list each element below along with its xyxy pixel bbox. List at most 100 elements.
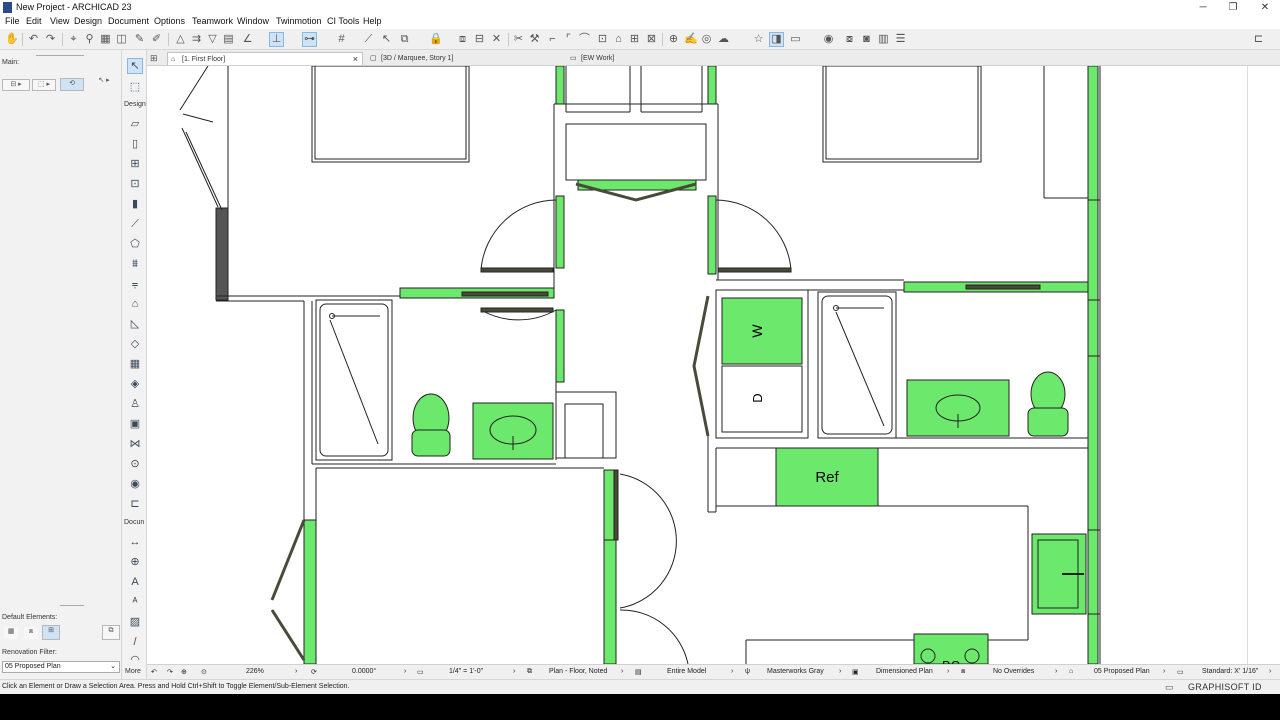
guide-lines-icon[interactable]: ⊥ <box>269 32 284 47</box>
renovation-filter-select[interactable]: 05 Proposed Plan ⌄ <box>2 661 120 673</box>
camera-tool-icon[interactable]: ◉ <box>128 477 142 491</box>
object-tool-icon[interactable]: ⊡ <box>128 177 142 191</box>
geometry-method-button[interactable]: ⬚ ▸ <box>32 79 56 91</box>
arrow-tool-button[interactable]: ↖ ▸ <box>92 76 116 88</box>
layout-icon[interactable]: ▦ <box>99 33 112 46</box>
favorites-icon[interactable]: ☆ <box>752 33 765 46</box>
fill-tool-icon[interactable]: ▨ <box>128 615 142 629</box>
layers-icon[interactable]: ⧈ <box>456 33 469 46</box>
zoom-value[interactable]: 226% <box>246 668 264 675</box>
layers-settings-icon[interactable]: ⧈ <box>24 627 38 639</box>
render-icon[interactable]: ⧇ <box>843 33 856 46</box>
railing-tool-icon[interactable]: ⩦ <box>128 277 142 291</box>
fillet-icon[interactable]: ⌜ <box>562 33 575 46</box>
floor-plan-drawing[interactable]: W D Ref BC <box>147 66 1247 664</box>
trace-icon[interactable]: ◫ <box>115 33 128 46</box>
close-window-button[interactable]: ✕ <box>1250 0 1280 15</box>
cursor-snap-icon[interactable]: ↖ <box>380 33 393 46</box>
split-icon[interactable]: ✂ <box>512 33 525 46</box>
building-materials-icon[interactable]: ▦ <box>4 627 18 639</box>
overrides-value[interactable]: No Overrides <box>993 668 1034 675</box>
hatch-icon[interactable]: ▤ <box>222 33 235 46</box>
slab-tool-icon[interactable]: ⬠ <box>128 237 142 251</box>
grid-snap-icon[interactable]: # <box>335 33 348 46</box>
lock-icon[interactable]: 🔒 <box>429 33 443 46</box>
nav-forward-icon[interactable]: ↷ <box>167 668 173 676</box>
arrows-icon[interactable]: ⇉ <box>190 33 203 46</box>
select-icon[interactable]: ◎ <box>700 33 713 46</box>
redo-icon[interactable]: ↷ <box>44 33 57 46</box>
resize-icon[interactable]: ⊡ <box>596 33 609 46</box>
shell-tool-icon[interactable]: ◺ <box>128 317 142 331</box>
pen-set-value[interactable]: Masterworks Gray <box>767 668 824 675</box>
menu-help[interactable]: Help <box>363 16 382 26</box>
roof-tool-icon[interactable]: ⌂ <box>128 297 142 311</box>
camera-icon[interactable]: ◙ <box>860 33 873 46</box>
marquee-tool-icon[interactable]: ⬚ <box>128 80 142 94</box>
zoom-fit-icon[interactable]: ⊙ <box>201 668 207 676</box>
panel-layout-icon[interactable]: ⊏ <box>1252 33 1265 46</box>
menu-design[interactable]: Design <box>74 16 102 26</box>
minimize-button[interactable]: ─ <box>1188 0 1218 15</box>
beam-tool-icon[interactable]: ⟋ <box>128 217 142 231</box>
restore-button[interactable]: ❐ <box>1218 0 1248 15</box>
line-tool-icon[interactable]: / <box>128 635 142 649</box>
arc-tool-icon[interactable]: ◠ <box>128 653 142 667</box>
eyedropper-icon[interactable]: ✐ <box>150 33 163 46</box>
text-tool-icon[interactable]: A <box>128 575 142 589</box>
menu-edit[interactable]: Edit <box>26 16 42 26</box>
selection-method-button[interactable]: ⊟ ▸ <box>2 79 30 91</box>
morph-tool-icon[interactable]: ◈ <box>128 377 142 391</box>
menu-teamwork[interactable]: Teamwork <box>192 16 233 26</box>
magic-wand-icon[interactable]: ⚲ <box>83 33 96 46</box>
cross-icon[interactable]: ✕ <box>490 33 503 46</box>
intersect-icon[interactable]: ⌐ <box>546 33 559 46</box>
info-view-icon[interactable]: ◨ <box>769 32 784 47</box>
house-icon[interactable]: ⌂ <box>612 33 625 46</box>
arrow-down-icon[interactable]: ▽ <box>206 33 219 46</box>
view-map-icon[interactable]: ▭ <box>789 33 802 46</box>
menu-view[interactable]: View <box>50 16 69 26</box>
column-tool-icon[interactable]: ▮ <box>128 197 142 211</box>
door-tool-icon[interactable]: ▯ <box>128 137 142 151</box>
window-tool-icon[interactable]: ⊞ <box>128 157 142 171</box>
stack-icon[interactable]: ☰ <box>894 33 907 46</box>
structural-display-value[interactable]: Entire Model <box>667 668 706 675</box>
globe-icon[interactable]: ◉ <box>822 33 835 46</box>
offset-icon[interactable]: ⌒ <box>578 33 591 46</box>
curtain-wall-tool-icon[interactable]: ▦ <box>128 357 142 371</box>
menu-window[interactable]: Window <box>237 16 269 26</box>
arrow-up-icon[interactable]: △ <box>174 33 187 46</box>
tab-ew-work[interactable]: ▭ [EW Work] <box>567 52 763 65</box>
edit-icon[interactable]: ⊠ <box>645 33 658 46</box>
settings-panel-icon[interactable]: ⧉ <box>102 625 120 640</box>
floor-plan-canvas[interactable]: W D Ref BC <box>147 66 1247 664</box>
adjust-icon[interactable]: ⚒ <box>528 33 541 46</box>
graphisoft-id-link[interactable]: GRAPHISOFT ID <box>1188 682 1262 692</box>
suspend-groups-icon[interactable]: ⧉ <box>398 33 411 46</box>
mesh-tool-icon[interactable]: ⋈ <box>128 437 142 451</box>
rotate-view-icon[interactable]: ⟳ <box>311 668 317 676</box>
wall-tool-icon[interactable]: ▱ <box>128 117 142 131</box>
tab-first-floor[interactable]: ⌂ [1. First Floor] × <box>167 52 363 65</box>
menu-file[interactable]: File <box>5 16 20 26</box>
trim-icon[interactable]: ⊟ <box>473 33 486 46</box>
renovation-value[interactable]: 05 Proposed Plan <box>1094 668 1150 675</box>
dimension-value[interactable]: Standard: X' 1/16" <box>1202 668 1258 675</box>
zoom-in-icon[interactable]: ⊕ <box>181 668 187 676</box>
model-view-value[interactable]: Dimensioned Plan <box>876 668 933 675</box>
brush-icon[interactable]: ✍ <box>684 33 698 46</box>
find-select-icon[interactable]: ⌖ <box>67 33 80 46</box>
rotate-method-button[interactable]: ⟲ <box>60 78 84 91</box>
snap-icon[interactable]: ⊶ <box>302 32 317 47</box>
label-text-tool-icon[interactable]: ᴬ <box>128 595 142 609</box>
tab-3d-marquee[interactable]: ▢ [3D / Marquee, Story 1] <box>367 52 563 65</box>
elevate-icon[interactable]: ⊕ <box>667 33 680 46</box>
scale-value[interactable]: 1/4" = 1'-0" <box>449 668 483 675</box>
layer-combo-value[interactable]: Plan - Floor, Noted <box>549 668 607 675</box>
graphisoft-id-icon[interactable]: ▭ <box>1165 682 1174 693</box>
publish-icon[interactable]: ▥ <box>877 33 890 46</box>
grid-layout-icon[interactable]: ⊞ <box>150 53 162 63</box>
menu-options[interactable]: Options <box>154 16 185 26</box>
renovation-icon[interactable]: ⊞ <box>42 625 60 640</box>
